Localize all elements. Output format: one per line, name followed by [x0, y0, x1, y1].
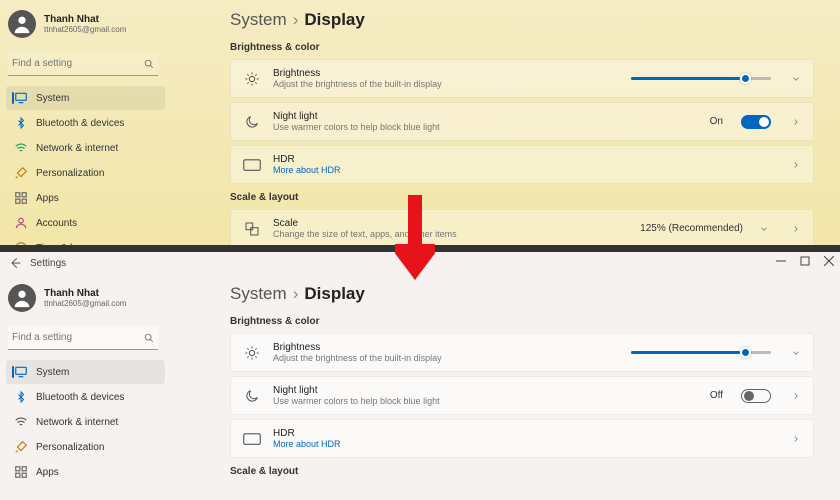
user-email: ttnhat2605@gmail.com	[44, 299, 126, 308]
wifi-icon	[14, 141, 28, 155]
nav-accounts[interactable]: Accounts	[6, 211, 165, 235]
user-icon	[14, 216, 28, 230]
scale-icon	[243, 220, 261, 238]
chevron-down-icon[interactable]	[791, 74, 801, 84]
brightness-row[interactable]: BrightnessAdjust the brightness of the b…	[230, 59, 814, 98]
minimize-icon[interactable]	[776, 256, 786, 266]
chevron-right-icon[interactable]	[791, 391, 801, 401]
scale-value: 125% (Recommended)	[640, 223, 743, 234]
hdr-link[interactable]: More about HDR	[273, 439, 779, 449]
nav-personalization[interactable]: Personalization	[6, 161, 165, 185]
brush-icon	[14, 440, 28, 454]
breadcrumb: System›Display	[230, 284, 814, 304]
nav-apps[interactable]: Apps	[6, 186, 165, 210]
search-input[interactable]	[8, 326, 158, 350]
search-input[interactable]	[8, 52, 158, 76]
night-light-toggle[interactable]	[741, 115, 771, 129]
nav-time[interactable]: Time & language	[6, 236, 165, 245]
nav-bluetooth[interactable]: Bluetooth & devices	[6, 111, 165, 135]
bluetooth-icon	[14, 116, 28, 130]
avatar-icon	[8, 10, 36, 38]
toggle-label-on: On	[710, 116, 723, 127]
user-profile[interactable]: Thanh Nhatttnhat2605@gmail.com	[6, 6, 165, 48]
sun-icon	[243, 344, 261, 362]
chevron-right-icon[interactable]	[791, 117, 801, 127]
nav-list: System Bluetooth & devices Network & int…	[6, 86, 165, 245]
hdr-icon	[243, 156, 261, 174]
moon-icon	[243, 113, 261, 131]
user-profile[interactable]: Thanh Nhatttnhat2605@gmail.com	[6, 280, 165, 322]
brightness-slider[interactable]	[631, 351, 771, 354]
user-name: Thanh Nhat	[44, 288, 126, 299]
chevron-right-icon[interactable]	[791, 434, 801, 444]
close-icon[interactable]	[824, 256, 834, 266]
hdr-row[interactable]: HDRMore about HDR	[230, 419, 814, 458]
nav-network[interactable]: Network & internet	[6, 410, 165, 434]
nav-system[interactable]: System	[6, 86, 165, 110]
chevron-down-icon[interactable]	[791, 348, 801, 358]
search-icon	[144, 332, 154, 344]
system-icon	[14, 365, 28, 379]
nav-bluetooth[interactable]: Bluetooth & devices	[6, 385, 165, 409]
hdr-icon	[243, 430, 261, 448]
night-light-row[interactable]: Night lightUse warmer colors to help blo…	[230, 102, 814, 141]
user-email: ttnhat2605@gmail.com	[44, 25, 126, 34]
night-light-row[interactable]: Night lightUse warmer colors to help blo…	[230, 376, 814, 415]
search-icon	[144, 58, 154, 70]
nav-system[interactable]: System	[6, 360, 165, 384]
back-icon[interactable]	[8, 256, 22, 270]
chevron-right-icon[interactable]	[791, 224, 801, 234]
wifi-icon	[14, 415, 28, 429]
brush-icon	[14, 166, 28, 180]
scale-row[interactable]: ScaleChange the size of text, apps, and …	[230, 209, 814, 245]
section-brightness: Brightness & color	[230, 42, 814, 53]
bluetooth-icon	[14, 390, 28, 404]
section-scale: Scale & layout	[230, 192, 814, 203]
apps-icon	[14, 465, 28, 479]
section-scale: Scale & layout	[230, 466, 814, 477]
nav-network[interactable]: Network & internet	[6, 136, 165, 160]
user-name: Thanh Nhat	[44, 14, 126, 25]
nav-list: System Bluetooth & devices Network & int…	[6, 360, 165, 484]
breadcrumb: System›Display	[230, 10, 814, 30]
arrow-annotation-icon	[395, 195, 435, 295]
toggle-label-off: Off	[710, 390, 723, 401]
brightness-slider[interactable]	[631, 77, 771, 80]
chevron-down-icon[interactable]	[759, 224, 769, 234]
sun-icon	[243, 70, 261, 88]
apps-icon	[14, 191, 28, 205]
avatar-icon	[8, 284, 36, 312]
chevron-right-icon[interactable]	[791, 160, 801, 170]
moon-icon	[243, 387, 261, 405]
nav-personalization[interactable]: Personalization	[6, 435, 165, 459]
section-brightness: Brightness & color	[230, 316, 814, 327]
brightness-row[interactable]: BrightnessAdjust the brightness of the b…	[230, 333, 814, 372]
night-light-toggle[interactable]	[741, 389, 771, 403]
nav-apps[interactable]: Apps	[6, 460, 165, 484]
maximize-icon[interactable]	[800, 256, 810, 266]
hdr-link[interactable]: More about HDR	[273, 165, 779, 175]
hdr-row[interactable]: HDRMore about HDR	[230, 145, 814, 184]
system-icon	[14, 91, 28, 105]
